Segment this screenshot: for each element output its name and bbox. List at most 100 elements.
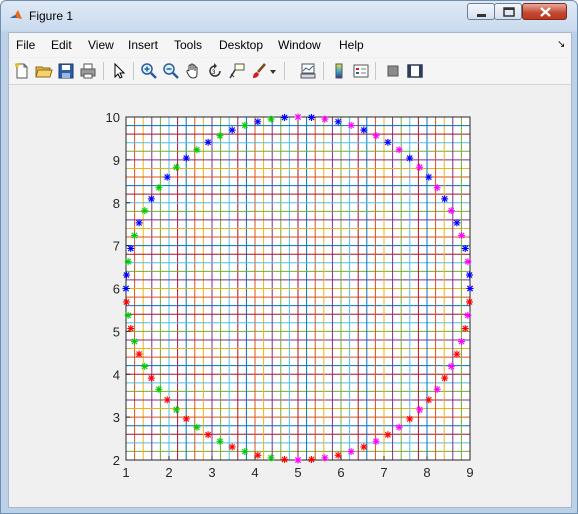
x-tick-label: 8: [423, 465, 430, 480]
data-point-marker: [464, 258, 472, 266]
data-point-marker: [124, 311, 132, 319]
data-point-marker: [127, 244, 135, 252]
menu-view[interactable]: View: [88, 38, 114, 52]
menu-help[interactable]: Help: [339, 38, 364, 52]
data-point-marker: [321, 115, 329, 123]
data-point-marker: [182, 415, 190, 423]
x-tick-label: 1: [122, 465, 129, 480]
zoom-in-icon[interactable]: [140, 62, 158, 80]
open-file-icon[interactable]: [35, 62, 53, 80]
print-icon[interactable]: [79, 62, 97, 80]
maximize-button[interactable]: [494, 3, 522, 20]
menu-file[interactable]: File: [16, 38, 35, 52]
menubar-dock-icon[interactable]: ↘: [557, 39, 565, 50]
data-point-marker: [124, 258, 132, 266]
figure-window: Figure 1 File Edit View Insert Tools Des…: [0, 0, 578, 514]
data-point-marker: [281, 114, 289, 122]
data-point-marker: [193, 423, 201, 431]
menu-insert[interactable]: Insert: [128, 38, 158, 52]
y-tick-label: 5: [113, 324, 120, 339]
data-point-marker: [347, 448, 355, 456]
x-tick-label: 3: [208, 465, 215, 480]
data-point-marker: [334, 118, 342, 126]
data-point-marker: [216, 437, 224, 445]
hide-plot-tools-icon[interactable]: [384, 62, 402, 80]
data-point-marker: [294, 456, 302, 464]
data-point-marker: [135, 219, 143, 227]
data-point-marker: [254, 118, 262, 126]
data-point-marker: [447, 207, 455, 215]
data-point-marker: [228, 126, 236, 134]
select-arrow-icon[interactable]: [110, 62, 128, 80]
zoom-out-icon[interactable]: [162, 62, 180, 80]
x-tick-label: 9: [466, 465, 473, 480]
brush-icon[interactable]: [250, 62, 268, 80]
legend-icon[interactable]: [352, 62, 370, 80]
y-tick-label: 8: [113, 196, 120, 211]
maximize-icon: [503, 7, 515, 17]
data-point-marker: [254, 451, 262, 459]
new-figure-icon[interactable]: [13, 62, 31, 80]
link-plot-icon[interactable]: [299, 62, 317, 80]
toolbar-separator: [284, 62, 285, 80]
data-point-marker: [172, 406, 180, 414]
data-point-marker: [395, 146, 403, 154]
matlab-logo-icon: [9, 9, 23, 23]
data-point-marker: [360, 126, 368, 134]
data-point-marker: [447, 362, 455, 370]
close-button[interactable]: [522, 3, 567, 20]
data-point-marker: [241, 121, 249, 129]
data-point-marker: [465, 271, 473, 279]
data-point-marker: [461, 325, 469, 333]
data-cursor-icon[interactable]: [228, 62, 246, 80]
data-point-marker: [458, 232, 466, 240]
data-point-marker: [464, 311, 472, 319]
data-point-marker: [465, 298, 473, 306]
data-point-marker: [406, 415, 414, 423]
menu-bar: File Edit View Insert Tools Desktop Wind…: [9, 33, 571, 57]
data-point-marker: [241, 448, 249, 456]
data-point-marker: [155, 184, 163, 192]
data-point-marker: [433, 184, 441, 192]
menu-edit[interactable]: Edit: [51, 38, 72, 52]
colorbar-icon[interactable]: [330, 62, 348, 80]
brush-dropdown-icon[interactable]: [268, 62, 278, 80]
data-point-marker: [347, 121, 355, 129]
data-point-marker: [204, 138, 212, 146]
menu-window[interactable]: Window: [278, 38, 321, 52]
data-point-marker: [122, 285, 130, 292]
plot-axes[interactable]: 1 2 3 4 5 6 7 8 92345678910: [9, 85, 571, 507]
data-point-marker: [163, 173, 171, 181]
data-point-marker: [204, 431, 212, 439]
data-point-marker: [267, 454, 275, 462]
x-tick-label: 7: [380, 465, 387, 480]
y-tick-label: 2: [113, 453, 120, 468]
rotate-3d-icon[interactable]: 3: [206, 62, 224, 80]
data-point-marker: [425, 173, 433, 181]
data-point-marker: [228, 443, 236, 451]
data-point-marker: [130, 337, 138, 345]
data-point-marker: [267, 115, 275, 123]
data-point-marker: [372, 437, 380, 445]
title-bar[interactable]: Figure 1: [1, 1, 577, 32]
menu-desktop[interactable]: Desktop: [219, 38, 263, 52]
data-point-marker: [334, 451, 342, 459]
data-point-marker: [360, 443, 368, 451]
data-point-marker: [182, 154, 190, 162]
data-point-marker: [193, 146, 201, 154]
y-tick-label: 10: [106, 110, 120, 125]
y-tick-label: 7: [113, 239, 120, 254]
menu-tools[interactable]: Tools: [174, 38, 202, 52]
data-point-marker: [216, 132, 224, 140]
data-point-marker: [135, 350, 143, 358]
minimize-button[interactable]: [467, 3, 495, 20]
show-plot-tools-icon[interactable]: [406, 62, 424, 80]
data-point-marker: [453, 350, 461, 358]
data-point-marker: [147, 374, 155, 382]
data-point-marker: [441, 374, 449, 382]
data-point-marker: [307, 455, 315, 463]
window-title: Figure 1: [29, 9, 74, 23]
pan-icon[interactable]: [184, 62, 202, 80]
data-point-marker: [372, 132, 380, 140]
save-icon[interactable]: [57, 62, 75, 80]
